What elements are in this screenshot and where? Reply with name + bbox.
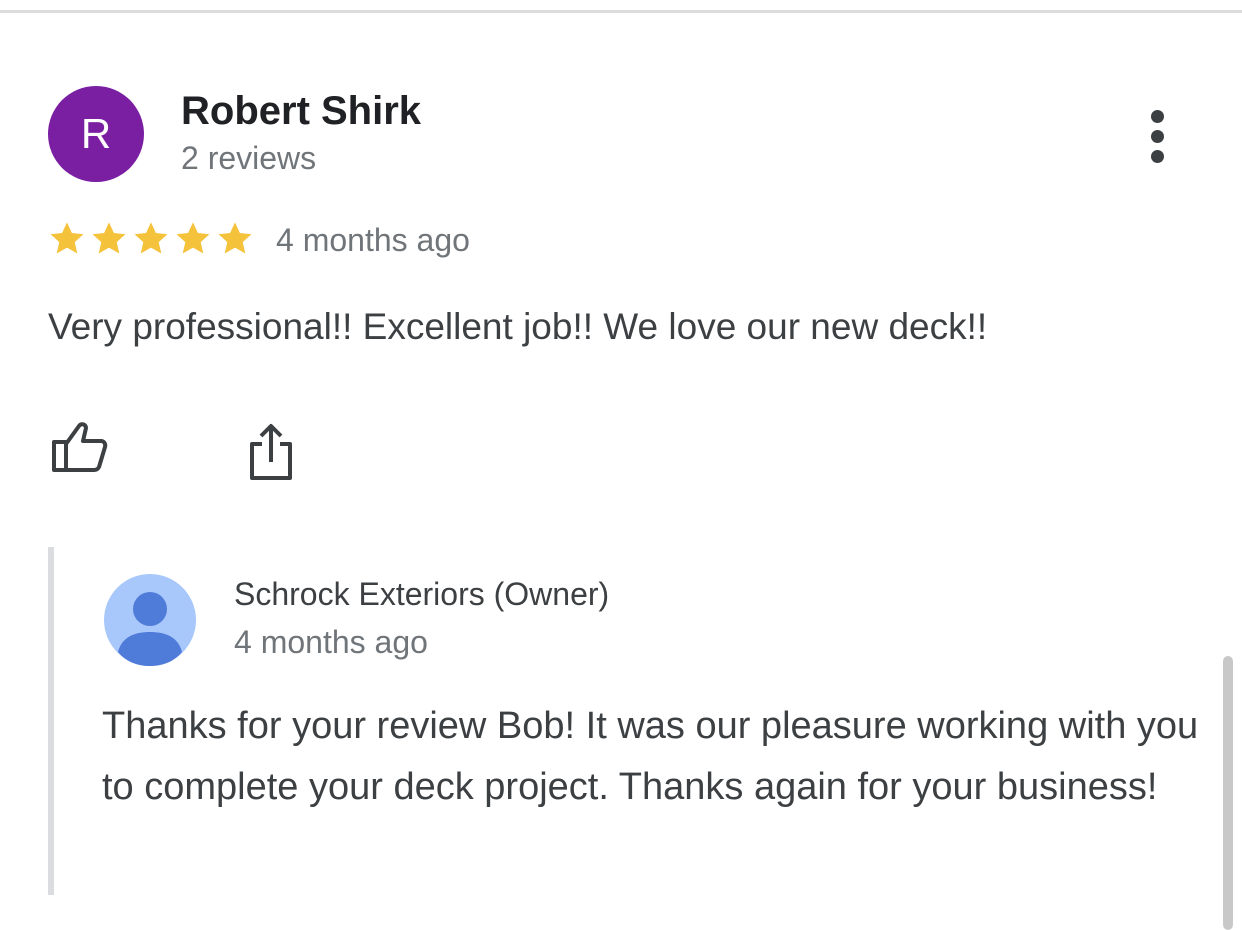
like-button[interactable] [46, 418, 112, 478]
owner-name: Schrock Exteriors (Owner) [234, 576, 610, 612]
owner-reply-date: 4 months ago [234, 624, 428, 660]
star-icon [218, 222, 252, 254]
top-divider [0, 10, 1242, 13]
scrollbar[interactable] [1223, 656, 1233, 930]
star-icon [50, 222, 84, 254]
person-icon [104, 574, 196, 666]
more-vert-icon [1151, 110, 1164, 123]
more-vert-icon-dot [1151, 150, 1164, 163]
star-icon [134, 222, 168, 254]
share-icon [250, 424, 292, 480]
review-date: 4 months ago [276, 222, 470, 258]
star-rating [46, 218, 256, 262]
reviewer-avatar[interactable]: R [48, 86, 144, 182]
owner-avatar [104, 574, 196, 666]
reply-quote-bar [48, 547, 54, 895]
more-options-button[interactable] [1136, 106, 1180, 166]
more-vert-icon-dot [1151, 130, 1164, 143]
owner-reply-text: Thanks for your review Bob! It was our p… [102, 705, 1199, 808]
review-text: Very professional!! Excellent job!! We l… [48, 306, 988, 347]
reviewer-review-count: 2 reviews [181, 140, 317, 176]
share-button[interactable] [238, 418, 304, 484]
star-icon [92, 222, 126, 254]
reviewer-name[interactable]: Robert Shirk [181, 89, 421, 134]
star-icon [176, 222, 210, 254]
thumb-up-icon [52, 422, 108, 472]
